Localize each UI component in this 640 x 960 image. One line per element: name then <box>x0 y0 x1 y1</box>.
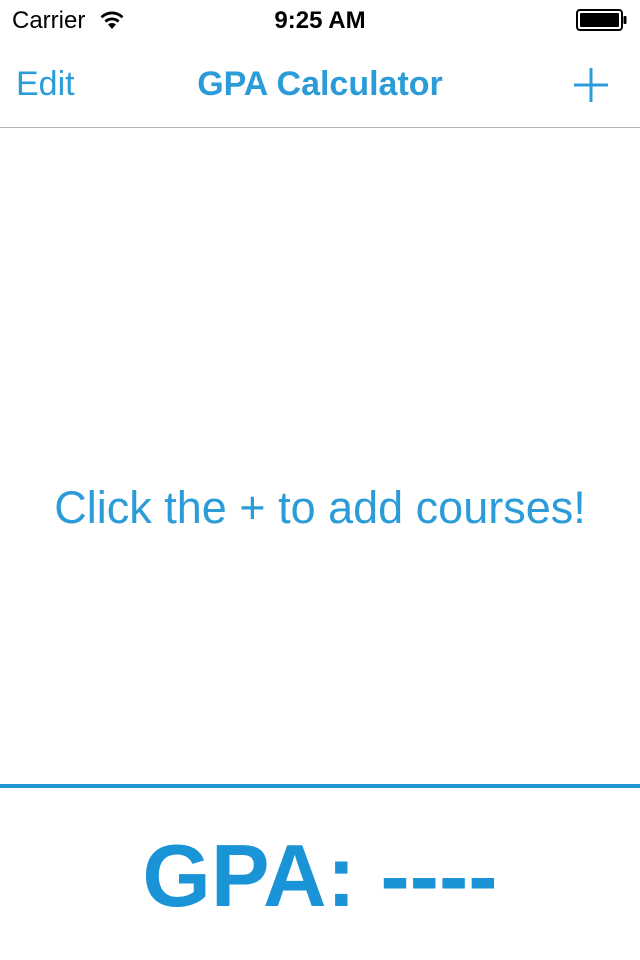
battery-icon <box>576 9 627 31</box>
navigation-bar: Edit GPA Calculator <box>0 40 640 128</box>
app-screen: Carrier 9:25 AM Edit GPA Calculator Clic… <box>0 0 640 960</box>
page-title: GPA Calculator <box>197 65 443 103</box>
gpa-divider <box>0 784 640 788</box>
status-bar: Carrier 9:25 AM <box>0 0 640 40</box>
status-time: 9:25 AM <box>274 7 366 34</box>
empty-state-message: Click the + to add courses! <box>54 482 586 533</box>
gpa-value: GPA: ---- <box>142 826 498 925</box>
plus-icon[interactable] <box>572 66 610 104</box>
